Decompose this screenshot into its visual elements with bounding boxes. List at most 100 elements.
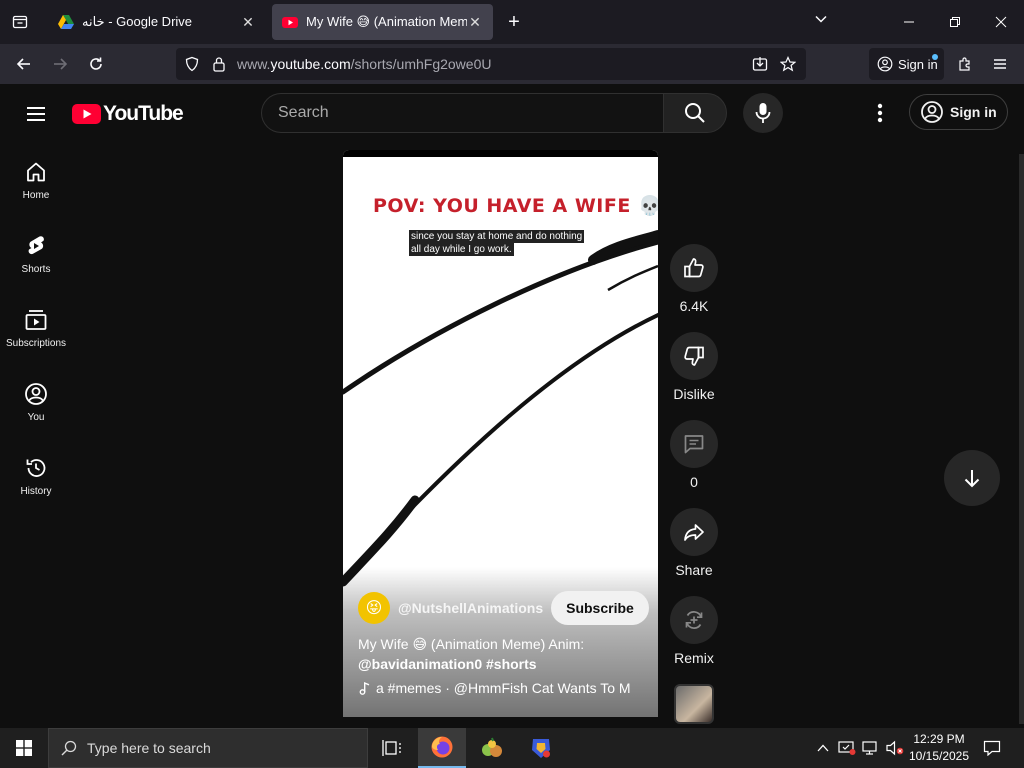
- clock-time: 12:29 PM: [913, 732, 965, 746]
- task-view-icon: [382, 740, 401, 756]
- tray-volume-icon[interactable]: [884, 728, 906, 768]
- address-bar[interactable]: www.youtube.com/shorts/umhFg2owe0U: [176, 48, 806, 80]
- notification-center-button[interactable]: [978, 728, 1006, 768]
- next-short-button[interactable]: [944, 450, 1000, 506]
- hamburger-menu-icon: [994, 59, 1006, 69]
- share-circle[interactable]: [670, 508, 718, 556]
- sound-text: a #memes · @HmmFish Cat Wants To M: [376, 680, 631, 696]
- taskbar-clock[interactable]: 12:29 PM 10/15/2025: [906, 731, 972, 765]
- channel-row: 😝 @NutshellAnimations Subscribe: [358, 590, 649, 626]
- extensions-button[interactable]: [951, 50, 979, 78]
- tab-title: My Wife 😅 (Animation Meme): [306, 14, 467, 29]
- list-all-tabs-button[interactable]: [0, 0, 40, 44]
- back-button[interactable]: [10, 50, 38, 78]
- guide-menu-button[interactable]: [24, 102, 48, 126]
- guide-label: History: [20, 486, 52, 497]
- like-circle[interactable]: [670, 244, 718, 292]
- guide-item-history[interactable]: History: [0, 436, 72, 510]
- start-button[interactable]: [0, 728, 48, 768]
- you-icon: [25, 383, 47, 405]
- guide-item-subscriptions[interactable]: Subscriptions: [0, 288, 72, 362]
- guide-item-you[interactable]: You: [0, 362, 72, 436]
- youtube-signin-button[interactable]: Sign in: [909, 94, 1008, 130]
- task-view-button[interactable]: [368, 728, 416, 768]
- tray-network-icon[interactable]: [860, 728, 882, 768]
- remix-circle[interactable]: [670, 596, 718, 644]
- arrow-down-icon: [964, 470, 980, 488]
- comment-count: 0: [690, 474, 698, 490]
- taskbar-search-input[interactable]: Type here to search: [48, 728, 368, 768]
- sound-thumbnail[interactable]: [674, 684, 714, 724]
- account-circle-icon: [921, 101, 943, 123]
- history-icon: [26, 459, 46, 477]
- search-input[interactable]: Search: [261, 93, 664, 133]
- description-tags[interactable]: @bavidanimation0 #shorts: [358, 656, 537, 672]
- reload-button[interactable]: [82, 50, 110, 78]
- firefox-account-button[interactable]: Sign in: [869, 48, 944, 80]
- url-text[interactable]: www.youtube.com/shorts/umhFg2owe0U: [237, 56, 491, 72]
- guide-item-shorts[interactable]: Shorts: [0, 214, 72, 288]
- shorts-video-player[interactable]: POV: YOU HAVE A WIFE 💀 since you stay at…: [343, 150, 658, 717]
- bookmark-star-icon[interactable]: [780, 56, 796, 72]
- dislike-label: Dislike: [673, 386, 715, 402]
- security-alert-icon: [838, 741, 856, 755]
- taskbar-app-3[interactable]: [517, 728, 565, 768]
- signin-label: Sign in: [950, 104, 997, 120]
- minimize-button[interactable]: [886, 0, 932, 44]
- share-label: Share: [675, 562, 713, 578]
- url-host: youtube.com: [270, 56, 351, 72]
- like-button[interactable]: 6.4K: [669, 244, 719, 314]
- guide-label: Shorts: [21, 264, 51, 275]
- restore-button[interactable]: [932, 0, 978, 44]
- dislike-button[interactable]: Dislike: [669, 332, 719, 402]
- search-icon: [685, 103, 705, 123]
- short-description[interactable]: My Wife 😅 (Animation Meme) Anim: @bavida…: [358, 634, 648, 674]
- app-menu-button[interactable]: [986, 50, 1014, 78]
- dislike-circle[interactable]: [670, 332, 718, 380]
- share-button[interactable]: Share: [669, 508, 719, 578]
- guide-label: Subscriptions: [5, 338, 67, 349]
- navigation-toolbar: www.youtube.com/shorts/umhFg2owe0U Sign …: [0, 44, 1024, 84]
- arrow-right-icon: [54, 58, 68, 70]
- like-icon: [684, 258, 704, 278]
- tab-youtube-short[interactable]: My Wife 😅 (Animation Meme) ✕: [272, 4, 493, 40]
- shorts-icon: [28, 236, 44, 255]
- taskbar-app-2[interactable]: [468, 728, 516, 768]
- tabs-overflow-button[interactable]: [814, 12, 828, 26]
- network-icon: [862, 741, 877, 755]
- lock-icon[interactable]: [212, 56, 226, 72]
- subscribe-button[interactable]: Subscribe: [551, 591, 649, 625]
- install-app-icon[interactable]: [752, 56, 768, 72]
- new-tab-button[interactable]: +: [502, 10, 526, 34]
- channel-avatar[interactable]: 😝: [358, 592, 390, 624]
- settings-menu-button[interactable]: [868, 101, 892, 125]
- remix-button[interactable]: Remix: [669, 596, 719, 666]
- account-icon: [877, 56, 893, 72]
- close-tab-icon[interactable]: ✕: [467, 14, 483, 30]
- show-hidden-icons-button[interactable]: [814, 728, 832, 768]
- youtube-logo[interactable]: YouTube: [72, 102, 184, 126]
- page-scrollbar[interactable]: [1019, 154, 1024, 724]
- sound-ticker[interactable]: a #memes · @HmmFish Cat Wants To M: [358, 680, 648, 696]
- logo-text: YouTube: [103, 102, 184, 125]
- puzzle-icon: [959, 57, 970, 71]
- forward-button[interactable]: [46, 50, 74, 78]
- notification-dot: [932, 54, 938, 60]
- taskbar-firefox[interactable]: [418, 728, 466, 768]
- taskbar-search-placeholder: Type here to search: [87, 740, 211, 756]
- voice-search-button[interactable]: [743, 93, 783, 133]
- tracking-protection-icon[interactable]: [184, 56, 200, 72]
- guide-label: Home: [22, 190, 50, 201]
- comments-icon: [684, 435, 704, 454]
- close-tab-icon[interactable]: ✕: [240, 14, 256, 30]
- comments-circle[interactable]: [670, 420, 718, 468]
- channel-name-link[interactable]: @NutshellAnimations: [398, 600, 543, 616]
- tray-security-icon[interactable]: [836, 728, 858, 768]
- close-window-button[interactable]: [978, 0, 1024, 44]
- search-button[interactable]: [663, 93, 727, 133]
- youtube-masthead: YouTube Search Sign in: [0, 84, 1024, 140]
- guide-item-home[interactable]: Home: [0, 140, 72, 214]
- tab-google-drive[interactable]: خانه - Google Drive ✕: [48, 4, 266, 40]
- comments-button[interactable]: 0: [669, 420, 719, 490]
- caption-line: since you stay at home and do nothing: [409, 230, 585, 243]
